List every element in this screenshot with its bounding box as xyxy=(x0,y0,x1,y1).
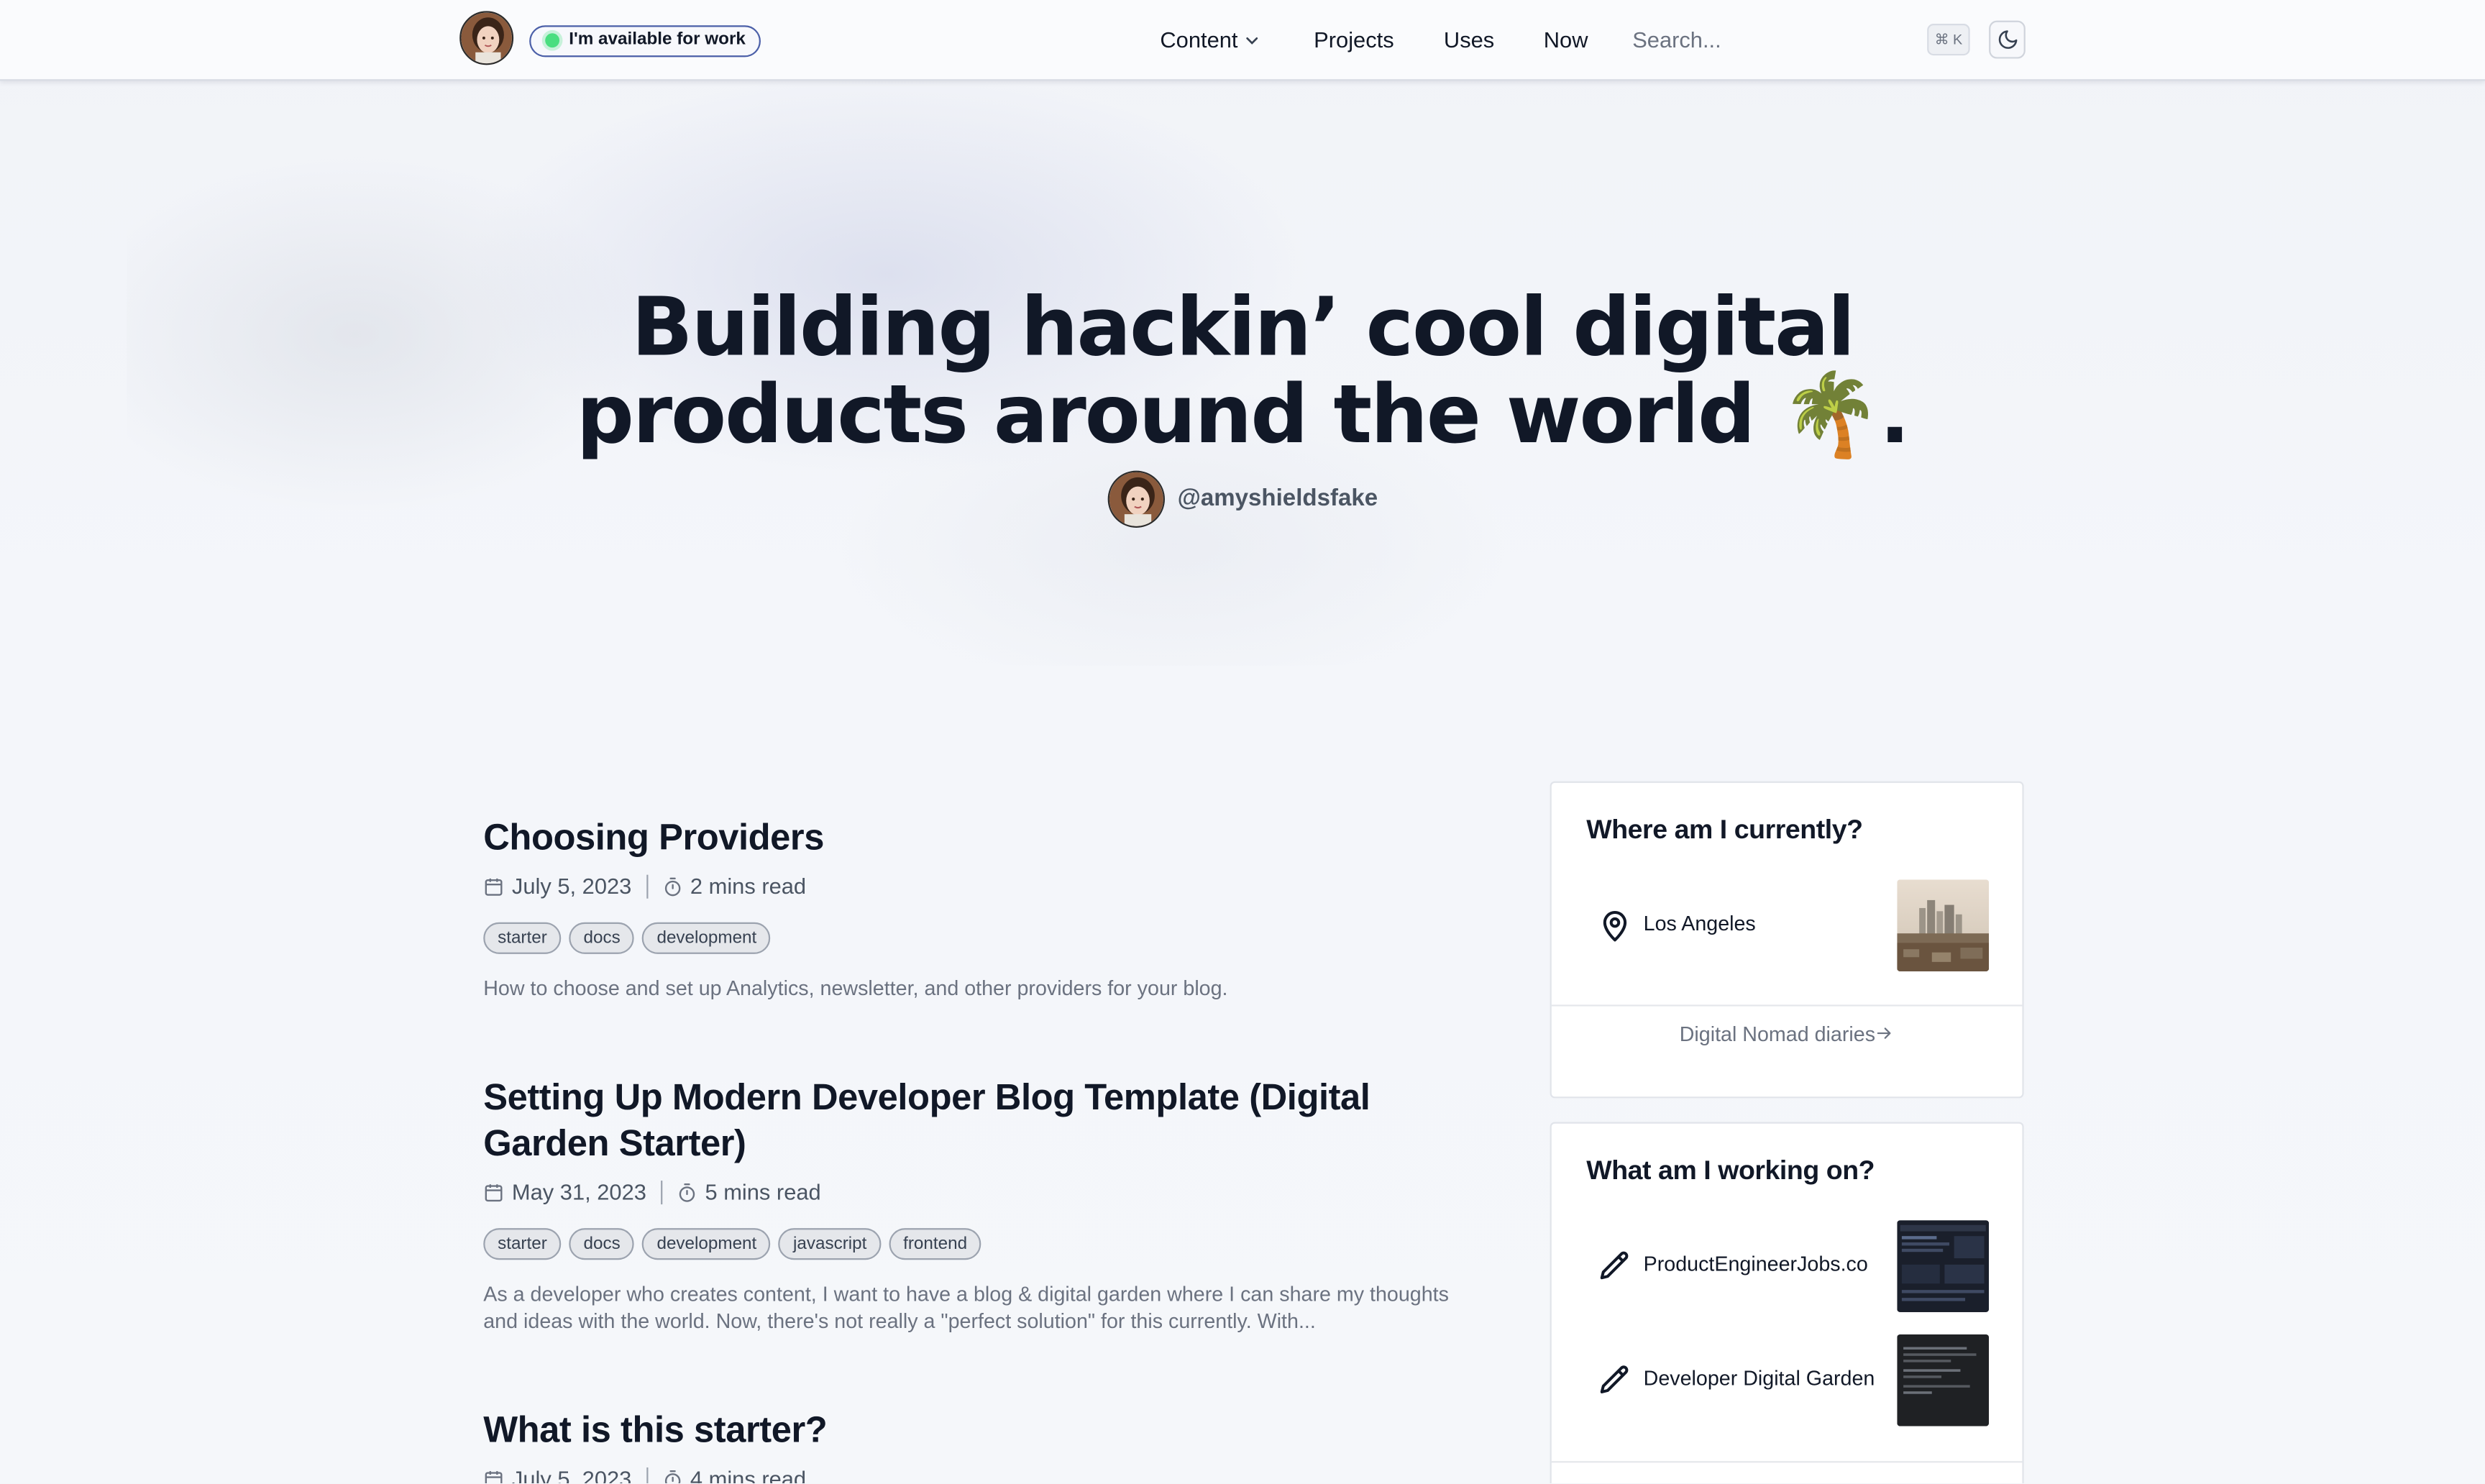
tag[interactable]: starter xyxy=(483,922,562,954)
tag[interactable]: development xyxy=(642,1228,772,1260)
timer-icon xyxy=(662,873,682,904)
chevron-down-icon xyxy=(1246,1,1259,81)
post-date: May 31, 2023 xyxy=(511,1178,646,1205)
project-item[interactable]: ProductEngineerJobs.co xyxy=(1552,1220,2023,1312)
post-date: July 5, 2023 xyxy=(511,1465,632,1484)
site-header: I'm available for work Content Projects … xyxy=(0,0,2485,81)
availability-badge[interactable]: I'm available for work xyxy=(529,25,761,58)
project-name: Developer Digital Garden xyxy=(1643,1365,1875,1390)
city-photo xyxy=(1897,879,1990,972)
project-item[interactable]: Developer Digital Garden xyxy=(1552,1334,2023,1426)
working-card-footer xyxy=(1551,1461,2023,1483)
meta-divider xyxy=(646,874,648,899)
post-title[interactable]: Setting Up Modern Developer Blog Templat… xyxy=(483,1074,1466,1166)
post-title[interactable]: What is this starter? xyxy=(483,1407,1466,1453)
tag[interactable]: docs xyxy=(569,922,635,954)
timer-icon xyxy=(662,1466,682,1484)
post-tags: starter docs development xyxy=(483,922,1466,954)
theme-toggle-button[interactable] xyxy=(1989,20,2026,59)
post-read-time: 4 mins read xyxy=(690,1465,807,1484)
post-item: Choosing Providers July 5, 2023 2 mins r… xyxy=(483,815,1466,1022)
author-avatar xyxy=(1107,470,1165,528)
location-name: Los Angeles xyxy=(1643,911,1756,935)
nav-content-label: Content xyxy=(1160,27,1238,52)
project-name: ProductEngineerJobs.co xyxy=(1643,1252,1868,1276)
search-input[interactable] xyxy=(1632,20,1902,59)
post-meta: July 5, 2023 4 mins read xyxy=(483,1462,1466,1484)
map-pin-icon xyxy=(1598,908,1632,951)
nav-projects[interactable]: Projects xyxy=(1314,0,1393,79)
digital-nomad-link[interactable]: Digital Nomad diaries xyxy=(1551,1004,2023,1066)
post-description: How to choose and set up Analytics, news… xyxy=(483,976,1228,1000)
project-screenshot xyxy=(1897,1220,1990,1312)
tag[interactable]: starter xyxy=(483,1228,562,1260)
tag[interactable]: development xyxy=(642,922,772,954)
calendar-icon xyxy=(483,1466,504,1484)
nav-uses[interactable]: Uses xyxy=(1444,0,1494,79)
location-item: Los Angeles xyxy=(1552,879,2023,972)
avatar[interactable] xyxy=(459,11,514,65)
tag[interactable]: docs xyxy=(569,1228,635,1260)
post-read-time: 5 mins read xyxy=(705,1178,821,1205)
calendar-icon xyxy=(483,873,504,904)
timer-icon xyxy=(677,1179,697,1211)
nav-content[interactable]: Content xyxy=(1160,0,1258,79)
status-dot xyxy=(545,33,560,48)
pencil-icon xyxy=(1598,1249,1632,1292)
location-card-title: Where am I currently? xyxy=(1586,814,1863,845)
calendar-icon xyxy=(483,1179,504,1211)
tag[interactable]: javascript xyxy=(779,1228,882,1260)
nav-now[interactable]: Now xyxy=(1544,0,1588,79)
post-title[interactable]: Choosing Providers xyxy=(483,815,1466,861)
availability-label: I'm available for work xyxy=(569,29,746,50)
post-meta: May 31, 2023 5 mins read xyxy=(483,1176,1466,1207)
post-meta: July 5, 2023 2 mins read xyxy=(483,870,1466,902)
pencil-icon xyxy=(1598,1363,1632,1406)
digital-nomad-link-label: Digital Nomad diaries xyxy=(1679,1022,1876,1046)
location-card: Where am I currently? Los Angeles Digita… xyxy=(1550,781,2024,1099)
post-item: What is this starter? July 5, 2023 4 min… xyxy=(483,1407,1466,1484)
working-card-title: What am I working on? xyxy=(1586,1155,1875,1186)
working-on-card: What am I working on? ProductEngineerJob… xyxy=(1550,1122,2024,1484)
post-description: As a developer who creates content, I wa… xyxy=(483,1282,1449,1333)
meta-divider xyxy=(646,1467,648,1484)
author-handle: @amyshieldsfake xyxy=(1177,485,1378,512)
post-date: July 5, 2023 xyxy=(511,873,632,899)
arrow-right-icon xyxy=(1875,1022,1894,1046)
post-item: Setting Up Modern Developer Blog Templat… xyxy=(483,1074,1466,1355)
hero-title: Building hackin’ cool digital products a… xyxy=(576,282,1910,463)
post-read-time: 2 mins read xyxy=(690,873,807,899)
tag[interactable]: frontend xyxy=(889,1228,981,1260)
project-screenshot xyxy=(1897,1334,1990,1426)
page: I'm available for work Content Projects … xyxy=(0,0,2485,1484)
post-tags: starter docs development javascript frontend xyxy=(483,1228,1466,1260)
search-shortcut-hint: ⌘ K xyxy=(1927,24,1970,56)
meta-divider xyxy=(660,1181,662,1205)
moon-icon xyxy=(1998,30,2018,49)
